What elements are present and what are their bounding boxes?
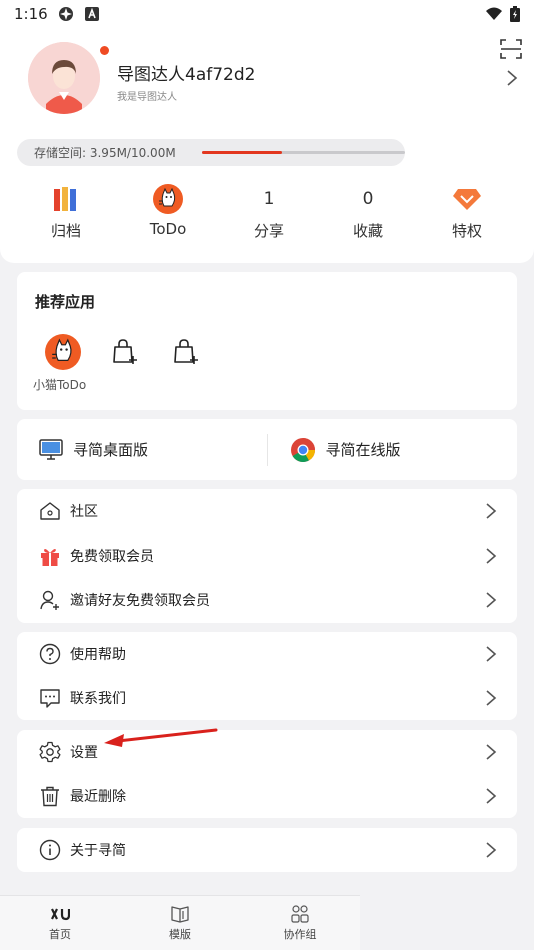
user-signature: 我是导图达人 bbox=[117, 92, 177, 103]
chevron-right-icon bbox=[486, 842, 497, 858]
scan-icon[interactable] bbox=[499, 38, 523, 60]
home-logo-icon bbox=[49, 904, 71, 924]
menu-group-settings: 设置 最近删除 bbox=[17, 730, 517, 818]
menu-label: 免费领取会员 bbox=[70, 549, 154, 565]
add-app-button[interactable] bbox=[166, 332, 206, 372]
sync-app-icon bbox=[58, 7, 73, 21]
stat-label: 分享 bbox=[253, 222, 284, 240]
menu-item-recently-deleted[interactable]: 最近删除 bbox=[17, 774, 517, 818]
menu-label: 使用帮助 bbox=[70, 647, 126, 663]
menu-group-about: 关于寻简 bbox=[17, 828, 517, 872]
stat-todo[interactable]: ToDo bbox=[118, 178, 218, 238]
recommended-title: 推荐应用 bbox=[35, 293, 96, 311]
storage-bar[interactable]: 存储空间: 3.95M/10.00M bbox=[17, 139, 405, 166]
stat-label: 特权 bbox=[451, 222, 482, 240]
versions-card: 寻简桌面版 寻简在线版 bbox=[17, 419, 517, 480]
chevron-right-icon bbox=[486, 548, 497, 564]
chrome-icon bbox=[290, 437, 315, 462]
recommended-apps-card: 推荐应用 小猫ToDo bbox=[17, 272, 517, 410]
stat-label: 收藏 bbox=[352, 222, 383, 240]
bottom-tab-bar: 首页 模版 协作组 bbox=[0, 895, 360, 950]
tab-team[interactable]: 协作组 bbox=[240, 896, 360, 950]
trash-icon bbox=[38, 784, 62, 808]
share-count: 1 bbox=[263, 189, 275, 209]
chevron-right-icon bbox=[486, 788, 497, 804]
add-app-button[interactable] bbox=[105, 332, 145, 372]
notification-dot bbox=[100, 46, 109, 55]
stat-favorites[interactable]: 0 收藏 bbox=[318, 178, 418, 241]
menu-label: 关于寻简 bbox=[70, 843, 126, 859]
info-icon bbox=[38, 838, 62, 862]
gift-icon bbox=[38, 544, 62, 568]
storage-progress-track bbox=[202, 151, 405, 154]
todo-cat-icon bbox=[153, 184, 183, 214]
menu-group-help: 使用帮助 联系我们 bbox=[17, 632, 517, 720]
status-bar: 1:16 bbox=[0, 0, 534, 28]
invite-user-icon bbox=[38, 588, 62, 612]
chevron-right-icon[interactable] bbox=[505, 68, 519, 88]
community-house-icon bbox=[38, 499, 62, 523]
menu-group-community: 社区 免费领取会员 邀请好友免费领取会员 bbox=[17, 489, 517, 623]
online-version-link[interactable]: 寻简在线版 bbox=[268, 437, 518, 463]
desktop-version-link[interactable]: 寻简桌面版 bbox=[17, 438, 267, 461]
menu-item-community[interactable]: 社区 bbox=[17, 489, 517, 533]
menu-label: 社区 bbox=[70, 504, 98, 520]
todo-cat-icon bbox=[45, 334, 81, 370]
privilege-gem-icon bbox=[453, 189, 481, 210]
stats-row: 归档 ToDo 1 分享 0 收藏 特权 bbox=[0, 178, 534, 248]
menu-item-free-membership[interactable]: 免费领取会员 bbox=[17, 534, 517, 578]
archive-books-icon bbox=[54, 187, 76, 211]
stat-label: 归档 bbox=[50, 222, 81, 240]
gear-icon bbox=[38, 740, 62, 764]
favorites-count: 0 bbox=[362, 189, 374, 209]
help-icon bbox=[38, 642, 62, 666]
menu-item-settings[interactable]: 设置 bbox=[17, 730, 517, 774]
chevron-right-icon bbox=[486, 744, 497, 760]
tab-label: 协作组 bbox=[283, 928, 317, 941]
battery-icon bbox=[510, 6, 520, 22]
menu-item-help[interactable]: 使用帮助 bbox=[17, 632, 517, 676]
stat-share[interactable]: 1 分享 bbox=[219, 178, 319, 241]
app-a-icon bbox=[84, 7, 99, 21]
online-version-label: 寻简在线版 bbox=[325, 441, 401, 459]
contact-chat-icon bbox=[38, 686, 62, 710]
stat-label: ToDo bbox=[149, 220, 187, 238]
tab-label: 模版 bbox=[169, 928, 191, 941]
storage-text: 存储空间: 3.95M/10.00M bbox=[34, 146, 176, 160]
menu-item-about[interactable]: 关于寻简 bbox=[17, 828, 517, 872]
shopping-bag-add-icon bbox=[174, 339, 198, 364]
desktop-version-label: 寻简桌面版 bbox=[73, 441, 149, 459]
menu-item-invite-friends[interactable]: 邀请好友免费领取会员 bbox=[17, 578, 517, 622]
menu-label: 邀请好友免费领取会员 bbox=[70, 593, 210, 609]
tab-templates[interactable]: 模版 bbox=[120, 896, 240, 950]
team-icon bbox=[289, 904, 311, 924]
stat-archive[interactable]: 归档 bbox=[16, 178, 116, 241]
shopping-bag-add-icon bbox=[113, 339, 137, 364]
monitor-icon bbox=[39, 438, 63, 460]
menu-label: 设置 bbox=[70, 745, 98, 761]
template-icon bbox=[169, 904, 191, 924]
storage-progress-fill bbox=[202, 151, 283, 154]
avatar[interactable] bbox=[28, 42, 100, 114]
status-time: 1:16 bbox=[14, 5, 48, 23]
chevron-right-icon bbox=[486, 592, 497, 608]
menu-label: 最近删除 bbox=[70, 789, 126, 805]
chevron-right-icon bbox=[486, 690, 497, 706]
avatar-person-icon bbox=[28, 42, 100, 114]
username[interactable]: 导图达人4af72d2 bbox=[117, 60, 255, 85]
profile-card: 导图达人4af72d2 我是导图达人 存储空间: 3.95M/10.00M 归档 bbox=[0, 28, 534, 263]
tab-label: 首页 bbox=[49, 928, 71, 941]
wifi-icon bbox=[486, 7, 502, 20]
menu-item-contact[interactable]: 联系我们 bbox=[17, 676, 517, 720]
stat-privilege[interactable]: 特权 bbox=[417, 178, 517, 241]
app-xiaomao-todo[interactable] bbox=[43, 332, 83, 372]
chevron-right-icon bbox=[486, 646, 497, 662]
tab-home[interactable]: 首页 bbox=[0, 896, 120, 950]
app-label: 小猫ToDo bbox=[33, 378, 87, 392]
chevron-right-icon bbox=[486, 503, 497, 519]
menu-label: 联系我们 bbox=[70, 691, 126, 707]
